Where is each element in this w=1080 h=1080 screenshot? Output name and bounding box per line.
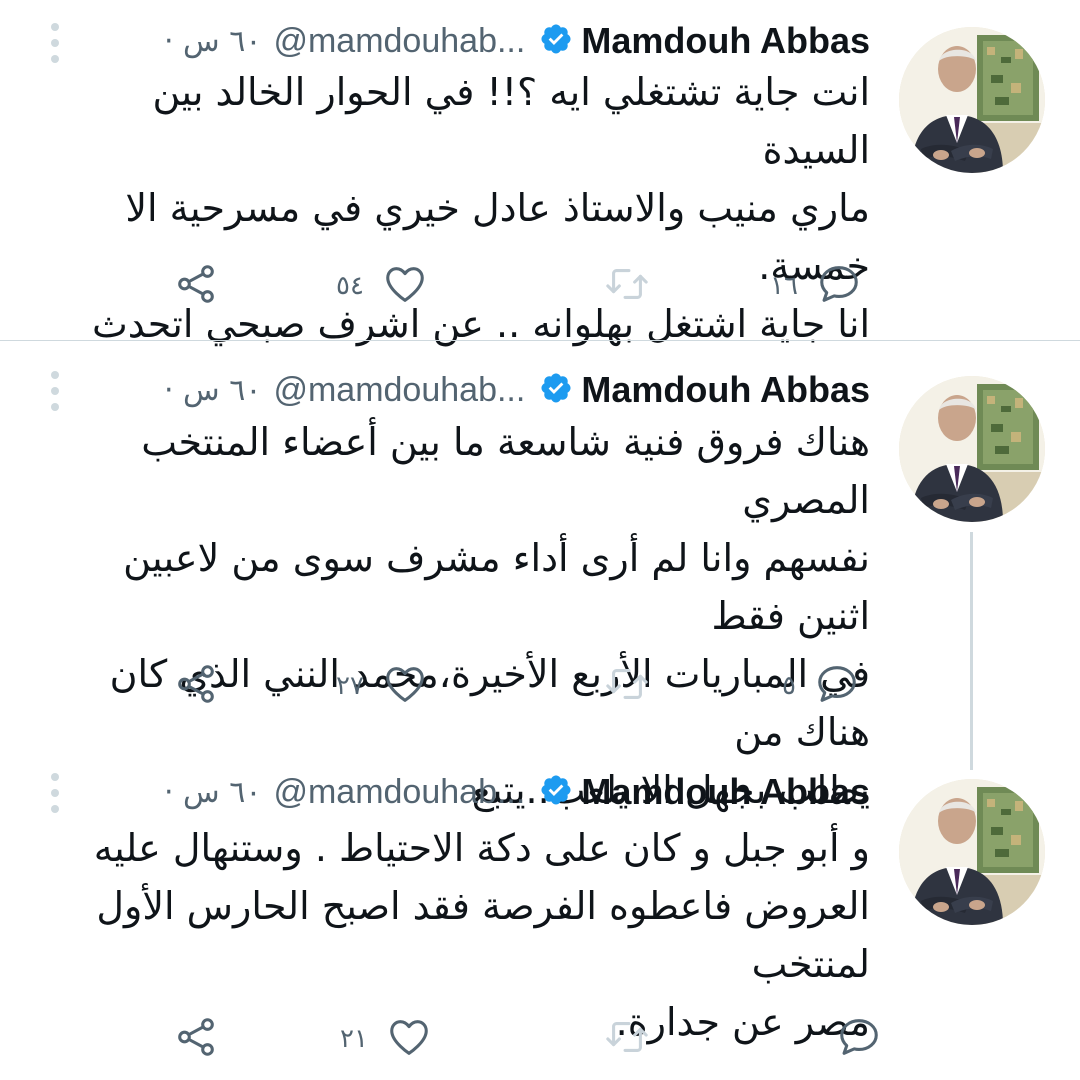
tweet[interactable]: ٦٠ س · @mamdouhab... Mamdouh Abbas و أبو…	[0, 761, 1080, 1080]
avatar[interactable]	[899, 779, 1045, 925]
retweet-button[interactable]	[604, 661, 650, 711]
verified-badge-icon	[525, 371, 581, 409]
thread-connector	[970, 532, 973, 770]
more-icon[interactable]	[48, 371, 62, 411]
reply-button[interactable]	[818, 1014, 882, 1064]
author-handle: @mamdouhab...	[273, 370, 526, 409]
reply-button[interactable]: ٥	[782, 661, 860, 711]
reply-icon	[816, 261, 862, 311]
tweet-actions: ٥ ٢٧	[0, 661, 1080, 711]
like-count: ٢١	[340, 1024, 368, 1054]
more-icon[interactable]	[48, 23, 62, 63]
avatar[interactable]	[899, 376, 1045, 522]
heart-icon	[386, 1014, 432, 1064]
tweet[interactable]: ٦٠ س · @mamdouhab... Mamdouh Abbas انت ج…	[0, 0, 1080, 346]
reply-count: ٥	[782, 671, 796, 701]
heart-icon	[382, 661, 428, 711]
author-handle: @mamdouhab...	[273, 21, 526, 60]
heart-icon	[382, 261, 428, 311]
retweet-icon	[604, 1014, 650, 1064]
retweet-button[interactable]	[604, 261, 650, 311]
tweet-time[interactable]: ٦٠ س ·	[164, 373, 261, 408]
retweet-icon	[604, 661, 650, 711]
share-button[interactable]	[173, 1014, 219, 1064]
share-icon	[173, 261, 219, 311]
like-button[interactable]: ٢٧	[336, 661, 428, 711]
verified-badge-icon	[525, 773, 581, 811]
reply-icon	[814, 661, 860, 711]
like-count: ٢٧	[336, 671, 364, 701]
like-button[interactable]: ٥٤	[336, 261, 428, 311]
share-button[interactable]	[173, 261, 219, 311]
tweet-text: هناك فروق فنية شاسعة ما بين أعضاء المنتخ…	[109, 420, 870, 812]
share-button[interactable]	[173, 661, 219, 711]
tweet-header: ٦٠ س · @mamdouhab... Mamdouh Abbas	[164, 365, 870, 415]
share-icon	[173, 661, 219, 711]
avatar[interactable]	[899, 27, 1045, 173]
author-name[interactable]: Mamdouh Abbas	[581, 20, 870, 62]
tweet-header: ٦٠ س · @mamdouhab... Mamdouh Abbas	[164, 16, 870, 66]
share-icon	[173, 1014, 219, 1064]
verified-badge-icon	[525, 22, 581, 60]
like-count: ٥٤	[336, 271, 364, 301]
tweet-header: ٦٠ س · @mamdouhab... Mamdouh Abbas	[164, 767, 870, 817]
tweet[interactable]: ٦٠ س · @mamdouhab... Mamdouh Abbas هناك …	[0, 341, 1080, 812]
tweet-time[interactable]: ٦٠ س ·	[164, 24, 261, 59]
tweet-time[interactable]: ٦٠ س ·	[164, 775, 261, 810]
tweet-actions: ١٦ ٥٤	[0, 261, 1080, 311]
author-name[interactable]: Mamdouh Abbas	[581, 369, 870, 411]
more-icon[interactable]	[48, 773, 62, 813]
author-name[interactable]: Mamdouh Abbas	[581, 771, 870, 813]
retweet-button[interactable]	[604, 1014, 650, 1064]
reply-icon	[836, 1014, 882, 1064]
reply-count: ١٦	[770, 271, 798, 301]
like-button[interactable]: ٢١	[340, 1014, 432, 1064]
reply-button[interactable]: ١٦	[770, 261, 862, 311]
author-handle: @mamdouhab...	[273, 772, 526, 811]
retweet-icon	[604, 261, 650, 311]
tweet-actions: ٢١	[0, 1014, 1080, 1064]
